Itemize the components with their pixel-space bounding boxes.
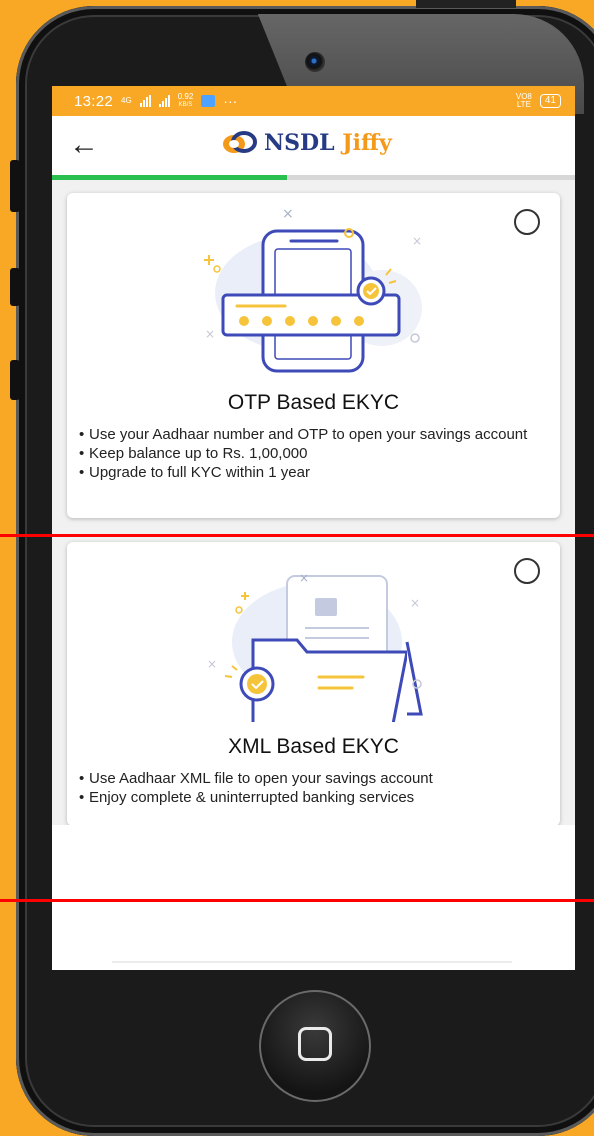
front-camera bbox=[305, 52, 325, 72]
xml-ekyc-title: XML Based EKYC bbox=[228, 735, 399, 758]
nsdl-jiffy-logo: NSDL Jiffy bbox=[220, 130, 392, 156]
battery-icon: 41 bbox=[539, 94, 561, 108]
more-notifications-icon: ··· bbox=[223, 93, 238, 109]
side-button bbox=[10, 360, 20, 400]
signal-2-icon bbox=[158, 95, 170, 107]
status-bar: 13:22 4G 0.92 KB/S ··· VO8 LTE 41 bbox=[52, 86, 575, 116]
xml-ekyc-bullet: Enjoy complete & uninterrupted banking s… bbox=[79, 788, 549, 807]
annotation-line bbox=[0, 899, 594, 902]
back-button[interactable]: ← bbox=[64, 128, 104, 164]
volume-down-button bbox=[10, 268, 20, 306]
otp-ekyc-bullet: Keep balance up to Rs. 1,00,000 bbox=[79, 444, 549, 463]
svg-text:×: × bbox=[282, 206, 294, 222]
svg-text:×: × bbox=[205, 327, 215, 341]
otp-ekyc-bullets: Use your Aadhaar number and OTP to open … bbox=[79, 425, 549, 482]
annotation-line bbox=[0, 534, 594, 537]
logo-text-nsdl: NSDL bbox=[264, 130, 335, 156]
svg-text:×: × bbox=[299, 571, 309, 585]
svg-text:×: × bbox=[412, 234, 422, 248]
empty-area bbox=[52, 825, 575, 970]
network-speed: 0.92 KB/S bbox=[177, 92, 194, 109]
svg-text:×: × bbox=[207, 657, 217, 671]
nsdl-logo-icon bbox=[223, 131, 257, 153]
home-square-icon bbox=[298, 1027, 332, 1061]
phone-otp-illustration: × × × bbox=[204, 206, 422, 373]
power-button bbox=[416, 0, 516, 8]
otp-ekyc-bullet: Upgrade to full KYC within 1 year bbox=[79, 463, 549, 482]
home-button[interactable] bbox=[259, 990, 371, 1102]
folder-document-illustration: × × × bbox=[207, 571, 423, 722]
app-bar: ← NSDL Jiffy bbox=[52, 116, 575, 175]
app-notification-icon bbox=[201, 95, 216, 107]
signal-icon bbox=[139, 95, 151, 107]
network-generation: 4G bbox=[121, 96, 132, 105]
otp-ekyc-card[interactable]: × × × OTP Based EKYC Use your Aadhaar nu… bbox=[67, 193, 560, 518]
logo-text-jiffy: Jiffy bbox=[342, 130, 392, 156]
navigation-hint bbox=[112, 961, 512, 963]
status-time: 13:22 bbox=[74, 92, 114, 110]
xml-ekyc-bullet: Use Aadhaar XML file to open your saving… bbox=[79, 769, 549, 788]
volte-indicator: VO8 LTE bbox=[515, 92, 532, 109]
xml-ekyc-card[interactable]: × × × XML Based EKYC Use Aadhaar XML fil… bbox=[67, 542, 560, 826]
volume-up-button bbox=[10, 160, 20, 212]
ekyc-options: × × × OTP Based EKYC Use your Aadhaar nu… bbox=[52, 180, 575, 970]
otp-ekyc-title: OTP Based EKYC bbox=[227, 391, 400, 414]
otp-ekyc-bullet: Use your Aadhaar number and OTP to open … bbox=[79, 425, 549, 444]
xml-ekyc-bullets: Use Aadhaar XML file to open your saving… bbox=[79, 769, 549, 807]
svg-text:×: × bbox=[410, 596, 420, 610]
phone-screen: 13:22 4G 0.92 KB/S ··· VO8 LTE 41 ← NSDL… bbox=[52, 86, 575, 970]
